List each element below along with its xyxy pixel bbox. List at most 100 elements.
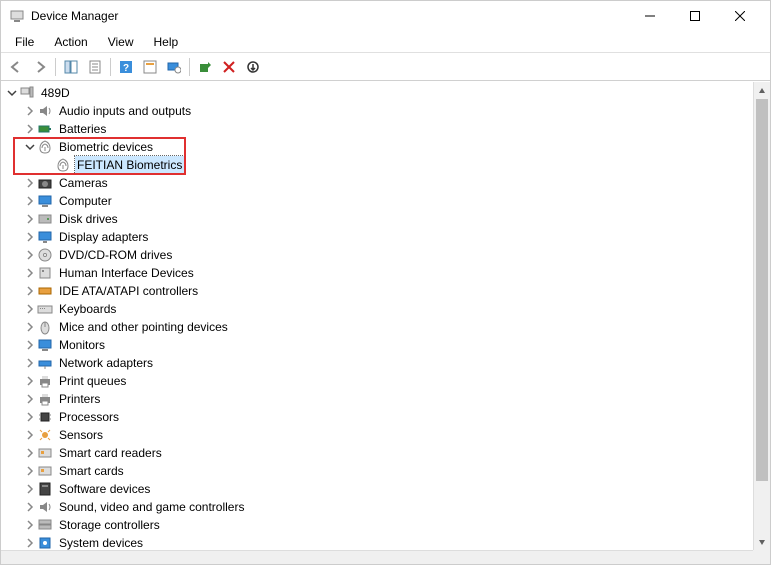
tree-category-label: Audio inputs and outputs: [57, 102, 193, 120]
tree-category[interactable]: Sensors: [5, 426, 770, 444]
expander-icon[interactable]: [23, 104, 37, 118]
tree-category-label: Storage controllers: [57, 516, 162, 534]
forward-button[interactable]: [29, 56, 51, 78]
tree-category[interactable]: Storage controllers: [5, 516, 770, 534]
tree-category-label: DVD/CD-ROM drives: [57, 246, 174, 264]
scan-button[interactable]: [163, 56, 185, 78]
tree-device-label: FEITIAN Biometrics: [75, 156, 184, 174]
tree-category[interactable]: Mice and other pointing devices: [5, 318, 770, 336]
tree-category-label: Software devices: [57, 480, 152, 498]
tree-category[interactable]: Print queues: [5, 372, 770, 390]
tree-category[interactable]: Smart cards: [5, 462, 770, 480]
expander-icon[interactable]: [23, 266, 37, 280]
expander-icon[interactable]: [23, 356, 37, 370]
toolbar-separator: [55, 58, 56, 76]
tree-category[interactable]: Sound, video and game controllers: [5, 498, 770, 516]
expander-icon[interactable]: [23, 446, 37, 460]
expander-icon[interactable]: [5, 86, 19, 100]
tree-root-node[interactable]: 489D: [5, 84, 770, 102]
menu-action[interactable]: Action: [44, 33, 97, 51]
software-icon: [37, 481, 53, 497]
expander-icon[interactable]: [23, 284, 37, 298]
printer-icon: [37, 373, 53, 389]
close-button[interactable]: [717, 1, 762, 31]
expander-icon[interactable]: [23, 212, 37, 226]
tree-category[interactable]: Disk drives: [5, 210, 770, 228]
tree-category[interactable]: Keyboards: [5, 300, 770, 318]
expander-icon[interactable]: [23, 464, 37, 478]
expander-icon[interactable]: [23, 374, 37, 388]
expander-icon[interactable]: [23, 230, 37, 244]
refresh-button[interactable]: [139, 56, 161, 78]
scroll-track[interactable]: [754, 99, 770, 533]
scroll-thumb[interactable]: [756, 99, 768, 481]
window-title: Device Manager: [31, 9, 118, 23]
tree-category-label: Processors: [57, 408, 121, 426]
window-controls: [627, 1, 762, 31]
menu-file[interactable]: File: [5, 33, 44, 51]
expander-icon[interactable]: [23, 392, 37, 406]
tree-category-label: Print queues: [57, 372, 128, 390]
menu-view[interactable]: View: [98, 33, 144, 51]
audio-icon: [37, 103, 53, 119]
expander-icon[interactable]: [23, 428, 37, 442]
expander-icon[interactable]: [23, 536, 37, 550]
tree-category[interactable]: IDE ATA/ATAPI controllers: [5, 282, 770, 300]
tree-category[interactable]: Printers: [5, 390, 770, 408]
expander-icon[interactable]: [23, 248, 37, 262]
svg-text:?: ?: [123, 63, 129, 74]
mouse-icon: [37, 319, 53, 335]
tree-category[interactable]: Computer: [5, 192, 770, 210]
uninstall-button[interactable]: [242, 56, 264, 78]
display-icon: [37, 229, 53, 245]
tree-category[interactable]: Batteries: [5, 120, 770, 138]
tree-category[interactable]: Network adapters: [5, 354, 770, 372]
horizontal-scrollbar[interactable]: [1, 550, 753, 564]
help-button[interactable]: ?: [115, 56, 137, 78]
tree-category[interactable]: Audio inputs and outputs: [5, 102, 770, 120]
tree-category[interactable]: Cameras: [5, 174, 770, 192]
expander-icon[interactable]: [23, 482, 37, 496]
tree-category[interactable]: Display adapters: [5, 228, 770, 246]
expander-icon[interactable]: [23, 410, 37, 424]
tree-category[interactable]: Human Interface Devices: [5, 264, 770, 282]
tree-category-label: Display adapters: [57, 228, 150, 246]
expander-icon[interactable]: [23, 140, 37, 154]
vertical-scrollbar[interactable]: [753, 82, 770, 550]
scroll-up-button[interactable]: [754, 82, 770, 99]
disk-icon: [37, 211, 53, 227]
tree-category[interactable]: Processors: [5, 408, 770, 426]
tree-category[interactable]: Monitors: [5, 336, 770, 354]
tree-root-label: 489D: [39, 84, 72, 102]
tree-category-label: IDE ATA/ATAPI controllers: [57, 282, 200, 300]
expander-icon[interactable]: [23, 320, 37, 334]
tree-view[interactable]: 489DAudio inputs and outputsBatteriesBio…: [1, 82, 770, 550]
tree-category-label: Batteries: [57, 120, 108, 138]
tree-device[interactable]: FEITIAN Biometrics: [5, 156, 770, 174]
tree-category[interactable]: Software devices: [5, 480, 770, 498]
minimize-button[interactable]: [627, 1, 672, 31]
tree-category[interactable]: Smart card readers: [5, 444, 770, 462]
tree-category[interactable]: System devices: [5, 534, 770, 550]
expander-icon[interactable]: [23, 176, 37, 190]
biometric-icon: [55, 157, 71, 173]
expander-icon[interactable]: [23, 500, 37, 514]
update-driver-button[interactable]: [194, 56, 216, 78]
back-button[interactable]: [5, 56, 27, 78]
expander-icon[interactable]: [23, 518, 37, 532]
tree-category-label: Disk drives: [57, 210, 120, 228]
maximize-button[interactable]: [672, 1, 717, 31]
disable-button[interactable]: [218, 56, 240, 78]
expander-icon[interactable]: [23, 194, 37, 208]
scroll-down-button[interactable]: [754, 533, 770, 550]
properties-button[interactable]: [84, 56, 106, 78]
tree-category[interactable]: Biometric devices: [5, 138, 770, 156]
expander-icon[interactable]: [23, 302, 37, 316]
biometric-icon: [37, 139, 53, 155]
expander-icon[interactable]: [23, 338, 37, 352]
tree-category[interactable]: DVD/CD-ROM drives: [5, 246, 770, 264]
expander-icon[interactable]: [23, 122, 37, 136]
showhide-button[interactable]: [60, 56, 82, 78]
monitor-icon: [37, 337, 53, 353]
menu-help[interactable]: Help: [144, 33, 189, 51]
